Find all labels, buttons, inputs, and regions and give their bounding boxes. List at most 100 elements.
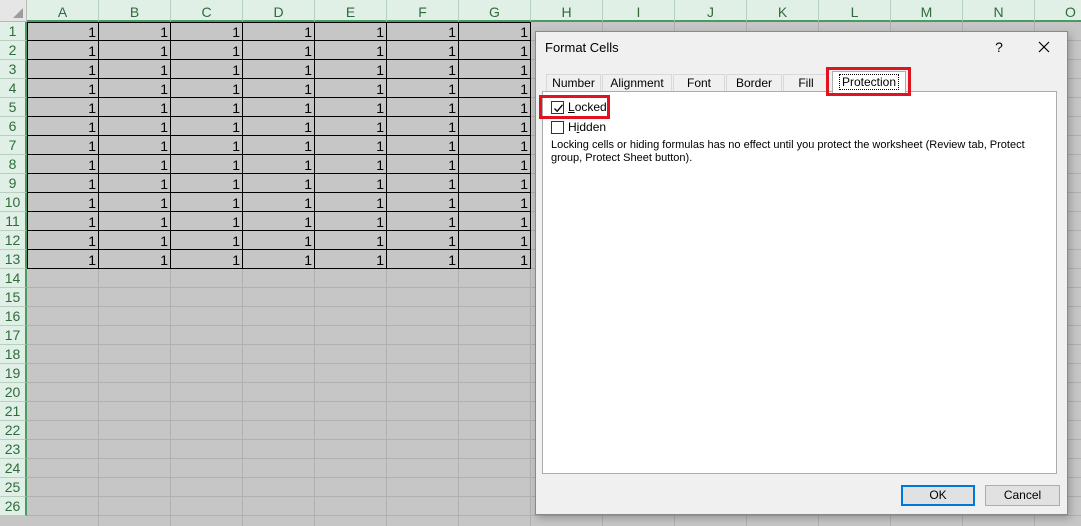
column-header-e[interactable]: E <box>315 0 387 22</box>
column-header-b[interactable]: B <box>99 0 171 22</box>
cell-f13[interactable]: 1 <box>387 250 459 269</box>
cell-f1[interactable]: 1 <box>387 22 459 41</box>
cell-g12[interactable]: 1 <box>459 231 531 250</box>
cell-e13[interactable]: 1 <box>315 250 387 269</box>
cell-d4[interactable]: 1 <box>243 79 315 98</box>
cancel-button[interactable]: Cancel <box>985 485 1060 506</box>
row-header-18[interactable]: 18 <box>0 345 27 364</box>
cell-e6[interactable]: 1 <box>315 117 387 136</box>
cell-d6[interactable]: 1 <box>243 117 315 136</box>
cell-d10[interactable]: 1 <box>243 193 315 212</box>
cell-a7[interactable]: 1 <box>27 136 99 155</box>
cell-e8[interactable]: 1 <box>315 155 387 174</box>
cell-c12[interactable]: 1 <box>171 231 243 250</box>
cell-c11[interactable]: 1 <box>171 212 243 231</box>
column-header-m[interactable]: M <box>891 0 963 22</box>
cell-g3[interactable]: 1 <box>459 60 531 79</box>
row-header-8[interactable]: 8 <box>0 155 27 174</box>
cell-g2[interactable]: 1 <box>459 41 531 60</box>
cell-c9[interactable]: 1 <box>171 174 243 193</box>
cell-a11[interactable]: 1 <box>27 212 99 231</box>
cell-e4[interactable]: 1 <box>315 79 387 98</box>
cell-g9[interactable]: 1 <box>459 174 531 193</box>
cell-e12[interactable]: 1 <box>315 231 387 250</box>
row-header-20[interactable]: 20 <box>0 383 27 402</box>
cell-d5[interactable]: 1 <box>243 98 315 117</box>
cell-b12[interactable]: 1 <box>99 231 171 250</box>
column-header-g[interactable]: G <box>459 0 531 22</box>
cell-b7[interactable]: 1 <box>99 136 171 155</box>
row-header-19[interactable]: 19 <box>0 364 27 383</box>
cell-g4[interactable]: 1 <box>459 79 531 98</box>
cell-g1[interactable]: 1 <box>459 22 531 41</box>
cell-g11[interactable]: 1 <box>459 212 531 231</box>
cell-a4[interactable]: 1 <box>27 79 99 98</box>
cell-c2[interactable]: 1 <box>171 41 243 60</box>
close-button[interactable] <box>1029 34 1059 60</box>
cell-b1[interactable]: 1 <box>99 22 171 41</box>
row-header-6[interactable]: 6 <box>0 117 27 136</box>
row-header-7[interactable]: 7 <box>0 136 27 155</box>
cell-g5[interactable]: 1 <box>459 98 531 117</box>
cell-b4[interactable]: 1 <box>99 79 171 98</box>
row-header-12[interactable]: 12 <box>0 231 27 250</box>
cell-f8[interactable]: 1 <box>387 155 459 174</box>
cell-a9[interactable]: 1 <box>27 174 99 193</box>
cell-d8[interactable]: 1 <box>243 155 315 174</box>
cell-c3[interactable]: 1 <box>171 60 243 79</box>
cell-g13[interactable]: 1 <box>459 250 531 269</box>
cell-f3[interactable]: 1 <box>387 60 459 79</box>
row-header-2[interactable]: 2 <box>0 41 27 60</box>
column-header-c[interactable]: C <box>171 0 243 22</box>
cell-f7[interactable]: 1 <box>387 136 459 155</box>
cell-f5[interactable]: 1 <box>387 98 459 117</box>
cell-e10[interactable]: 1 <box>315 193 387 212</box>
column-header-d[interactable]: D <box>243 0 315 22</box>
cell-b8[interactable]: 1 <box>99 155 171 174</box>
column-header-f[interactable]: F <box>387 0 459 22</box>
row-header-21[interactable]: 21 <box>0 402 27 421</box>
help-button[interactable]: ? <box>987 34 1011 60</box>
tab-border[interactable]: Border <box>726 74 782 92</box>
row-header-26[interactable]: 26 <box>0 497 27 516</box>
hidden-checkbox[interactable] <box>551 121 564 134</box>
row-header-25[interactable]: 25 <box>0 478 27 497</box>
ok-button[interactable]: OK <box>901 485 975 506</box>
cell-d9[interactable]: 1 <box>243 174 315 193</box>
row-header-24[interactable]: 24 <box>0 459 27 478</box>
cell-f11[interactable]: 1 <box>387 212 459 231</box>
cell-e1[interactable]: 1 <box>315 22 387 41</box>
row-header-13[interactable]: 13 <box>0 250 27 269</box>
cell-a10[interactable]: 1 <box>27 193 99 212</box>
cell-e3[interactable]: 1 <box>315 60 387 79</box>
cell-f6[interactable]: 1 <box>387 117 459 136</box>
cell-b2[interactable]: 1 <box>99 41 171 60</box>
cell-c4[interactable]: 1 <box>171 79 243 98</box>
cell-a5[interactable]: 1 <box>27 98 99 117</box>
cell-f9[interactable]: 1 <box>387 174 459 193</box>
cell-d2[interactable]: 1 <box>243 41 315 60</box>
cell-b5[interactable]: 1 <box>99 98 171 117</box>
row-header-23[interactable]: 23 <box>0 440 27 459</box>
row-header-16[interactable]: 16 <box>0 307 27 326</box>
column-header-a[interactable]: A <box>27 0 99 22</box>
cell-b10[interactable]: 1 <box>99 193 171 212</box>
cell-d7[interactable]: 1 <box>243 136 315 155</box>
cell-a3[interactable]: 1 <box>27 60 99 79</box>
cell-b11[interactable]: 1 <box>99 212 171 231</box>
cell-b3[interactable]: 1 <box>99 60 171 79</box>
cell-e2[interactable]: 1 <box>315 41 387 60</box>
cell-c13[interactable]: 1 <box>171 250 243 269</box>
row-header-4[interactable]: 4 <box>0 79 27 98</box>
cell-f10[interactable]: 1 <box>387 193 459 212</box>
column-header-i[interactable]: I <box>603 0 675 22</box>
row-header-17[interactable]: 17 <box>0 326 27 345</box>
cell-c6[interactable]: 1 <box>171 117 243 136</box>
cell-d3[interactable]: 1 <box>243 60 315 79</box>
cell-f2[interactable]: 1 <box>387 41 459 60</box>
column-header-k[interactable]: K <box>747 0 819 22</box>
row-header-11[interactable]: 11 <box>0 212 27 231</box>
cell-g8[interactable]: 1 <box>459 155 531 174</box>
row-header-22[interactable]: 22 <box>0 421 27 440</box>
column-header-o[interactable]: O <box>1035 0 1081 22</box>
